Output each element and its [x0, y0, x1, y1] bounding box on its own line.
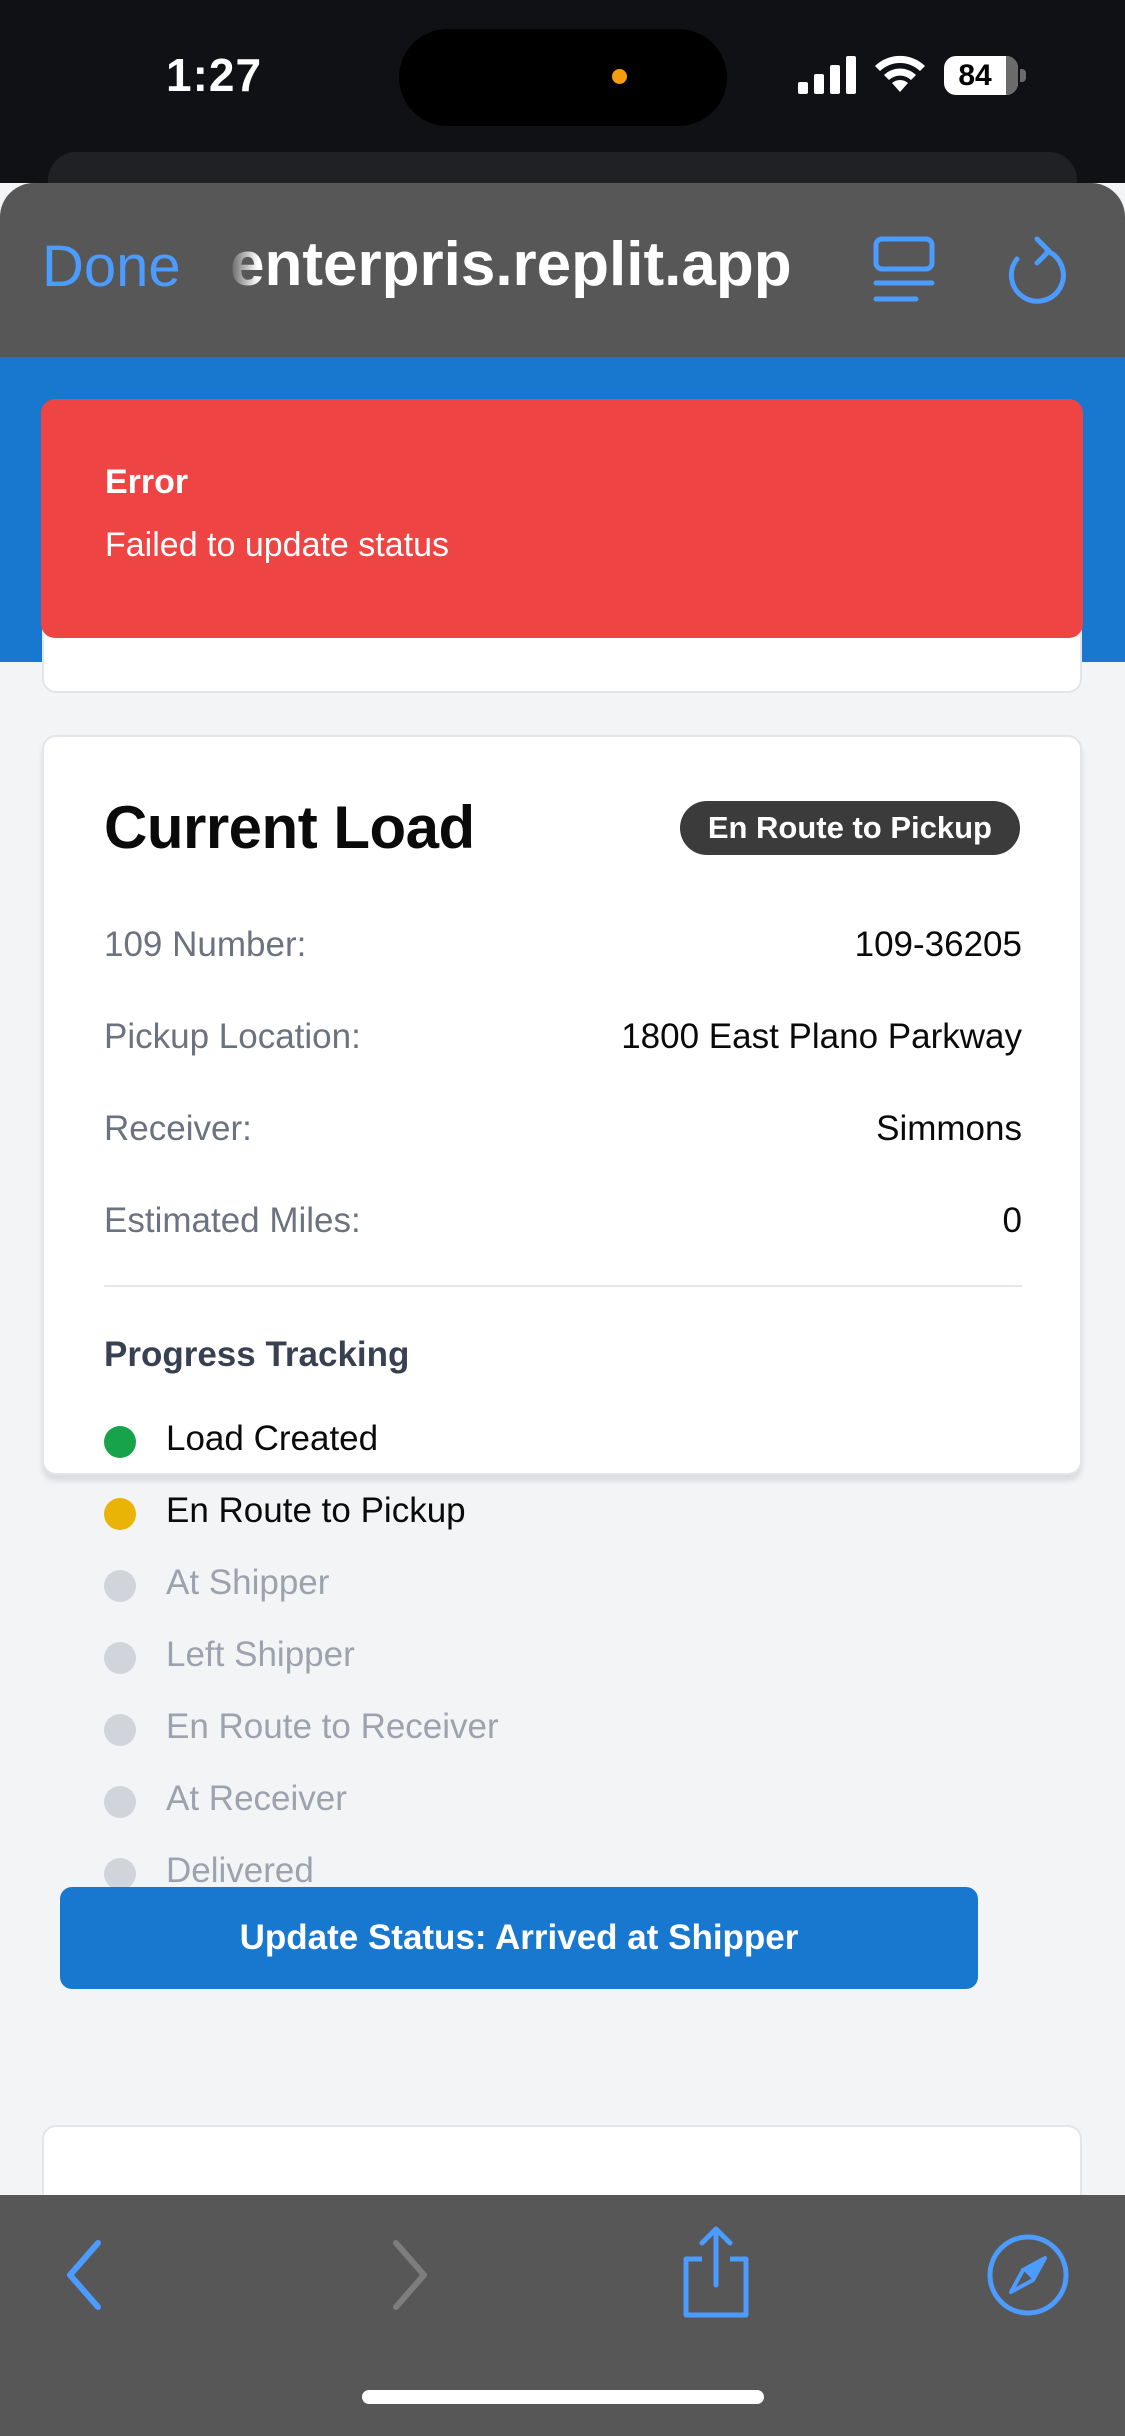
detail-value: Simmons [876, 1109, 1022, 1148]
progress-step: Load Created [104, 1417, 804, 1467]
compass-icon[interactable] [985, 2232, 1071, 2318]
home-indicator [362, 2390, 764, 2404]
step-status-dot [104, 1570, 136, 1602]
step-label: At Shipper [166, 1563, 330, 1602]
toast-message: Failed to update status [105, 526, 450, 564]
progress-step: At Shipper [104, 1561, 804, 1611]
chevron-left-icon[interactable] [60, 2237, 110, 2313]
detail-row-receiver: Receiver: Simmons [104, 1109, 1022, 1159]
browser-header: Done enterpris.replit.app [0, 183, 1125, 357]
detail-label: Pickup Location: [104, 1017, 361, 1056]
progress-step: Left Shipper [104, 1633, 804, 1683]
step-label: Load Created [166, 1419, 379, 1458]
privacy-indicator-dot [612, 69, 627, 84]
web-page: Error Failed to update status Current Lo… [0, 357, 1125, 2195]
current-load-card: Current Load En Route to Pickup 109 Numb… [42, 735, 1082, 1890]
detail-value: 109-36205 [854, 925, 1022, 964]
progress-heading: Progress Tracking [104, 1335, 410, 1374]
done-button[interactable]: Done [42, 233, 181, 300]
dynamic-island [399, 29, 727, 126]
step-status-dot [104, 1426, 136, 1458]
update-status-button[interactable]: Update Status: Arrived at Shipper [60, 1887, 978, 1989]
detail-row-pickup-location: Pickup Location: 1800 East Plano Parkway [104, 1017, 1022, 1067]
reader-view-icon[interactable] [872, 235, 936, 305]
battery-icon: 84 [944, 56, 1026, 95]
step-status-dot [104, 1858, 136, 1890]
status-time: 1:27 [166, 49, 263, 101]
cellular-signal-icon [798, 56, 856, 94]
detail-row-109-number: 109 Number: 109-36205 [104, 925, 1022, 975]
step-status-dot [104, 1498, 136, 1530]
step-status-dot [104, 1642, 136, 1674]
step-label: Left Shipper [166, 1635, 355, 1674]
step-label: En Route to Pickup [166, 1491, 466, 1530]
step-status-dot [104, 1786, 136, 1818]
detail-label: 109 Number: [104, 925, 307, 964]
battery-level: 84 [958, 59, 992, 92]
detail-row-estimated-miles: Estimated Miles: 0 [104, 1201, 1022, 1251]
toast-title: Error [105, 463, 189, 501]
share-icon[interactable] [676, 2225, 756, 2321]
url-fade [228, 231, 258, 301]
progress-step: At Receiver [104, 1777, 804, 1827]
next-card [42, 2125, 1082, 2195]
status-badge: En Route to Pickup [679, 801, 1020, 855]
progress-step: En Route to Receiver [104, 1705, 804, 1755]
error-toast[interactable]: Error Failed to update status [41, 399, 1083, 638]
step-label: Delivered [166, 1851, 314, 1890]
detail-value: 1800 East Plano Parkway [621, 1017, 1022, 1056]
step-label: En Route to Receiver [166, 1707, 499, 1746]
detail-label: Receiver: [104, 1109, 252, 1148]
chevron-right-icon [393, 2240, 427, 2310]
phone-screen: 1:27 84 Done enterpris.replit.app Error … [0, 0, 1125, 2436]
url-address[interactable]: enterpris.replit.app [230, 229, 830, 300]
progress-step: En Route to Pickup [104, 1489, 804, 1539]
divider [104, 1285, 1022, 1287]
step-label: At Receiver [166, 1779, 347, 1818]
step-status-dot [104, 1714, 136, 1746]
reload-icon[interactable] [1003, 233, 1069, 305]
detail-value: 0 [1002, 1201, 1022, 1240]
card-title: Current Load [104, 794, 475, 861]
wifi-icon [875, 55, 925, 92]
detail-label: Estimated Miles: [104, 1201, 361, 1240]
